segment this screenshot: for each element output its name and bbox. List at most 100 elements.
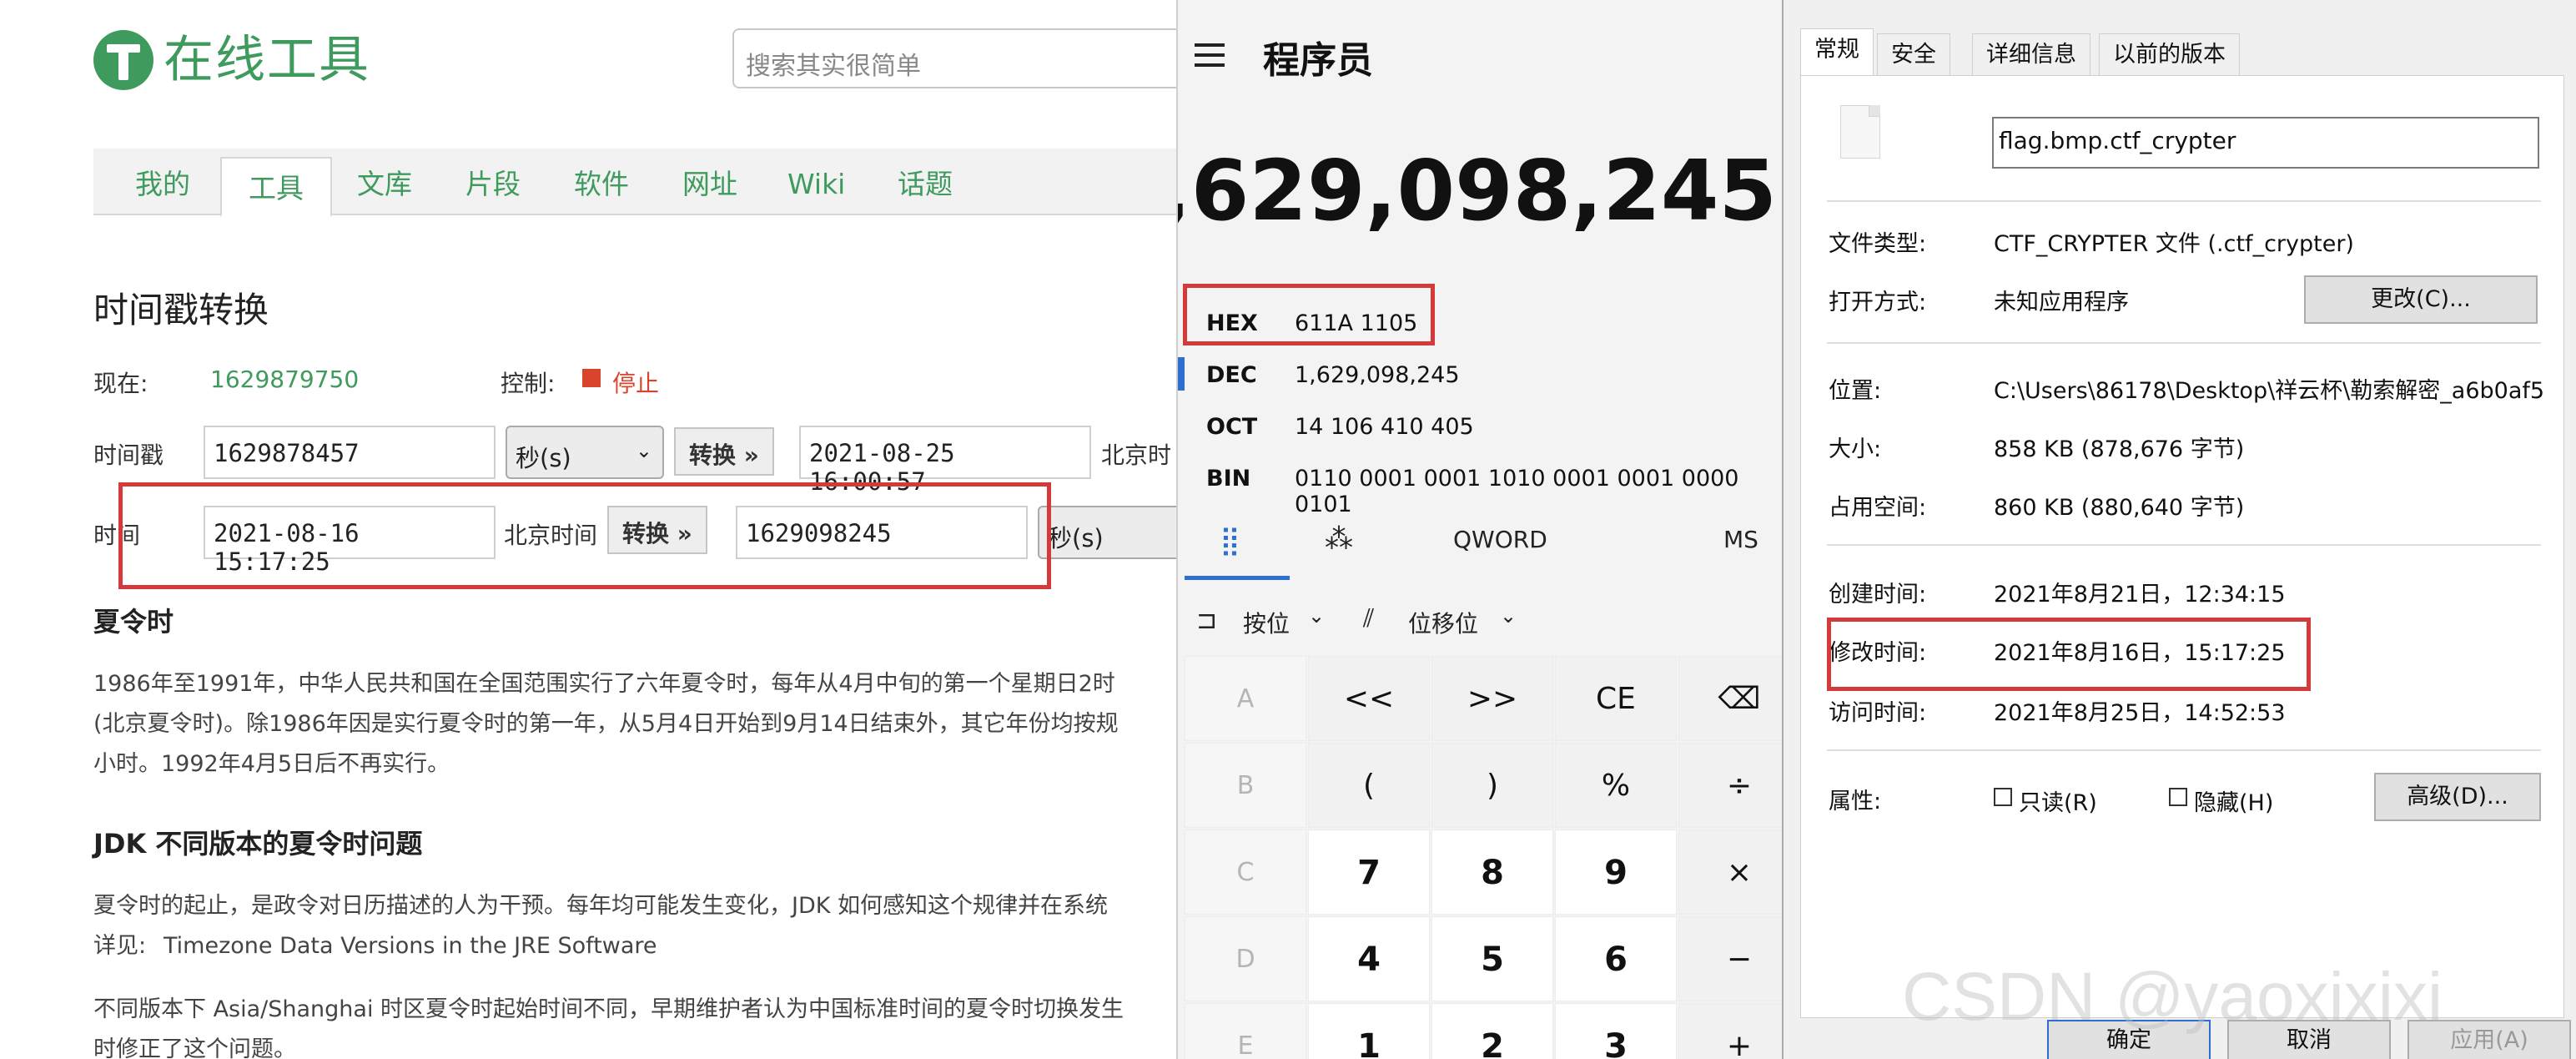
calc-display: 1,629,098,245: [1178, 142, 1777, 240]
keypad: A << >> CE ⌫ B()% ÷ C 7 8 9 × D 4 5 6− E 1 2 3 +: [1178, 656, 1782, 1059]
oct-value: 14 106 410 405: [1295, 414, 1474, 440]
timestamp-unit-select[interactable]: 秒(s) ⌄: [506, 426, 664, 479]
tab-general[interactable]: 常规: [1800, 28, 1874, 77]
add-key[interactable]: +: [1678, 1003, 1782, 1059]
nav-item-urls[interactable]: 网址: [656, 150, 764, 215]
digit-7-key[interactable]: 7: [1308, 830, 1430, 915]
multiply-key[interactable]: ×: [1678, 830, 1782, 915]
general-tab-panel: [1800, 75, 2564, 1018]
size-label: 大小:: [1829, 436, 1882, 462]
site-title[interactable]: 在线工具: [164, 28, 370, 92]
chevron-down-icon: ⌄: [1308, 604, 1326, 628]
bitwise-icon: ⊐: [1196, 606, 1218, 635]
hex-b-key[interactable]: B: [1185, 743, 1306, 828]
web-tool-page: 在线工具 搜索其实很简单 我的 工具 文库 片段 软件 网址 Wiki 话题 时…: [0, 0, 1176, 1059]
digit-8-key[interactable]: 8: [1431, 830, 1553, 915]
tab-details[interactable]: 详细信息: [1972, 33, 2090, 75]
digit-1-key[interactable]: 1: [1308, 1003, 1430, 1059]
advanced-button[interactable]: 高级(D)...: [2374, 773, 2541, 821]
nav-item-library[interactable]: 文库: [330, 150, 439, 215]
watermark: CSDN @yaoxixixi: [1902, 959, 2443, 1035]
digit-5-key[interactable]: 5: [1431, 916, 1553, 1001]
convert-timestamp-button[interactable]: 转换 »: [674, 427, 774, 476]
dec-selected-indicator: [1178, 357, 1185, 391]
dec-value: 1,629,098,245: [1295, 362, 1460, 388]
bin-row[interactable]: BIN 0110 0001 0001 1010 0001 0001 0000 0…: [1195, 454, 1770, 517]
location-value: C:\Users\86178\Desktop\祥云杯\勒索解密_a6b0af56: [1994, 378, 2544, 404]
datetime-output[interactable]: 2021-08-25 16:00:57: [799, 426, 1091, 496]
bin-label: BIN: [1206, 466, 1251, 492]
tab-security[interactable]: 安全: [1877, 33, 1950, 75]
separator: [1827, 342, 2541, 344]
oct-label: OCT: [1206, 414, 1258, 440]
highlight-box-hex: [1183, 284, 1435, 345]
dec-label: DEC: [1206, 362, 1257, 388]
file-type-label: 文件类型:: [1829, 231, 1927, 257]
nav-item-software[interactable]: 软件: [547, 150, 656, 215]
nav-item-wiki[interactable]: Wiki: [761, 150, 872, 215]
separator: [1827, 749, 2541, 751]
datetime-unit-value: 秒(s): [1048, 524, 1104, 552]
keypad-tab-underline: [1185, 576, 1290, 580]
modulo-key[interactable]: %: [1555, 743, 1677, 828]
chevron-down-icon: ⌄: [635, 439, 652, 462]
timestamp-unit-value: 秒(s): [516, 444, 571, 472]
accessed-value: 2021年8月25日，14:52:53: [1994, 700, 2286, 726]
nav-item-snippets[interactable]: 片段: [439, 150, 547, 215]
timezone-data-link[interactable]: Timezone Data Versions in the JRE Softwa…: [164, 923, 657, 970]
bitshift-dropdown[interactable]: 位移位: [1408, 606, 1478, 639]
open-paren-key[interactable]: (: [1308, 743, 1430, 828]
digit-6-key[interactable]: 6: [1555, 916, 1677, 1001]
dec-row[interactable]: DEC 1,629,098,245: [1195, 350, 1770, 399]
digit-9-key[interactable]: 9: [1555, 830, 1677, 915]
shift-right-key[interactable]: >>: [1431, 656, 1553, 741]
divide-key[interactable]: ÷: [1678, 743, 1782, 828]
subtract-key[interactable]: −: [1678, 916, 1782, 1001]
digit-2-key[interactable]: 2: [1431, 1003, 1553, 1059]
hex-a-key[interactable]: A: [1185, 656, 1306, 741]
file-icon-fold: [1869, 105, 1880, 117]
close-paren-key[interactable]: ): [1431, 743, 1553, 828]
nav-item-tools[interactable]: 工具: [220, 157, 332, 217]
hex-c-key[interactable]: C: [1185, 830, 1306, 915]
readonly-checkbox[interactable]: [1994, 788, 2012, 806]
size-on-disk-label: 占用空间:: [1829, 495, 1927, 521]
now-label: 现在:: [93, 370, 148, 397]
open-with-label: 打开方式:: [1829, 290, 1927, 315]
digit-4-key[interactable]: 4: [1308, 916, 1430, 1001]
hex-d-key[interactable]: D: [1185, 916, 1306, 1001]
digit-3-key[interactable]: 3: [1555, 1003, 1677, 1059]
dialog-title-strip: [1784, 0, 2576, 13]
timezone-label-1: 北京时: [1101, 441, 1172, 469]
word-size-button[interactable]: QWORD: [1453, 526, 1547, 553]
nav-item-mine[interactable]: 我的: [108, 150, 217, 215]
bin-value: 0110 0001 0001 1010 0001 0001 0000 0101: [1295, 466, 1739, 517]
hex-e-key[interactable]: E: [1185, 1003, 1306, 1059]
search-input[interactable]: 搜索其实很简单: [732, 28, 1176, 88]
timestamp-input[interactable]: 1629878457: [204, 426, 496, 479]
full-keypad-icon[interactable]: ⣿: [1220, 524, 1240, 557]
memory-store-button[interactable]: MS: [1723, 526, 1758, 553]
stop-button[interactable]: 停止: [612, 366, 659, 399]
bitwise-dropdown[interactable]: 按位: [1243, 606, 1290, 639]
shift-left-key[interactable]: <<: [1308, 656, 1430, 741]
bit-toggle-keypad-icon[interactable]: ⁂: [1325, 522, 1353, 556]
file-properties-dialog: 常规 安全 详细信息 以前的版本 flag.bmp.ctf_crypter 文件…: [1782, 0, 2576, 1059]
stop-icon[interactable]: [582, 369, 601, 387]
logo-t-stem: [118, 48, 128, 80]
menu-icon[interactable]: [1195, 43, 1225, 73]
dst-paragraph-line-3: 小时。1992年4月5日后不再实行。: [93, 751, 450, 777]
filename-field[interactable]: flag.bmp.ctf_crypter: [1992, 117, 2539, 169]
file-type-value: CTF_CRYPTER 文件 (.ctf_crypter): [1994, 231, 2354, 257]
nav-item-topics[interactable]: 话题: [871, 150, 979, 215]
clear-entry-key[interactable]: CE: [1555, 656, 1677, 741]
tab-previous-versions[interactable]: 以前的版本: [2099, 33, 2240, 75]
change-button[interactable]: 更改(C)...: [2304, 275, 2538, 324]
datetime-unit-select[interactable]: 秒(s): [1038, 506, 1176, 559]
hidden-checkbox[interactable]: [2169, 788, 2187, 806]
open-with-value: 未知应用程序: [1994, 290, 2129, 315]
backspace-key[interactable]: ⌫: [1678, 656, 1782, 741]
now-value: 1629879750: [210, 366, 360, 393]
accessed-label: 访问时间:: [1829, 700, 1927, 726]
oct-row[interactable]: OCT 14 106 410 405: [1195, 402, 1770, 451]
